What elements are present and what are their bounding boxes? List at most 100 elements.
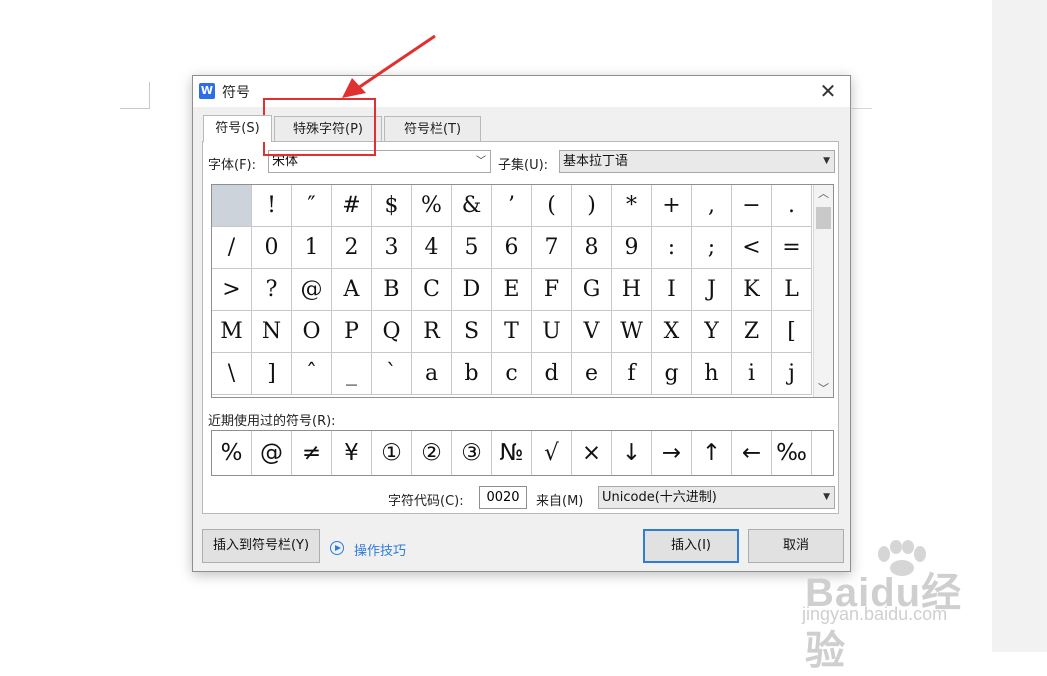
symbol-cell[interactable]: 5 — [452, 227, 492, 269]
recent-symbol-cell[interactable]: № — [492, 431, 532, 475]
char-code-input[interactable]: 0020 — [479, 486, 527, 509]
symbol-cell[interactable]: ( — [532, 185, 572, 227]
symbol-cell[interactable]: X — [652, 311, 692, 353]
symbol-cell[interactable]: M — [212, 311, 252, 353]
symbol-cell[interactable]: / — [212, 227, 252, 269]
insert-button[interactable]: 插入(I) — [643, 529, 739, 563]
symbol-cell[interactable]: h — [692, 353, 732, 395]
symbol-cell[interactable]: ; — [692, 227, 732, 269]
recent-symbol-cell[interactable]: × — [572, 431, 612, 475]
symbol-cell[interactable]: ` — [372, 353, 412, 395]
symbol-cell[interactable]: g — [652, 353, 692, 395]
symbol-cell[interactable]: Q — [372, 311, 412, 353]
symbol-cell[interactable]: ˆ — [292, 353, 332, 395]
from-select[interactable]: Unicode(十六进制) ▼ — [598, 486, 835, 509]
recent-symbol-cell[interactable]: ② — [412, 431, 452, 475]
symbol-cell[interactable]: 0 — [252, 227, 292, 269]
symbol-cell[interactable]: N — [252, 311, 292, 353]
symbol-cell[interactable]: ? — [252, 269, 292, 311]
symbol-cell[interactable]: U — [532, 311, 572, 353]
symbol-cell[interactable]: 2 — [332, 227, 372, 269]
symbol-cell[interactable]: \ — [212, 353, 252, 395]
symbol-cell[interactable]: L — [772, 269, 812, 311]
symbol-cell[interactable]: e — [572, 353, 612, 395]
recent-symbol-cell[interactable]: % — [212, 431, 252, 475]
symbol-cell[interactable]: ″ — [292, 185, 332, 227]
symbol-cell[interactable]: S — [452, 311, 492, 353]
symbol-cell[interactable]: ] — [252, 353, 292, 395]
symbol-cell[interactable]: f — [612, 353, 652, 395]
symbol-cell[interactable]: P — [332, 311, 372, 353]
symbol-cell[interactable]: 7 — [532, 227, 572, 269]
symbol-cell[interactable]: 3 — [372, 227, 412, 269]
symbol-cell[interactable]: < — [732, 227, 772, 269]
symbol-cell[interactable]: D — [452, 269, 492, 311]
recent-symbol-cell[interactable]: ¥ — [332, 431, 372, 475]
scrollbar-thumb[interactable] — [816, 207, 831, 229]
recent-symbol-cell[interactable]: ↓ — [612, 431, 652, 475]
symbol-cell[interactable]: % — [412, 185, 452, 227]
symbol-cell[interactable]: G — [572, 269, 612, 311]
tab-symbol-bar[interactable]: 符号栏(T) — [384, 116, 481, 141]
symbol-cell[interactable]: b — [452, 353, 492, 395]
symbol-cell[interactable]: V — [572, 311, 612, 353]
symbol-cell[interactable]: T — [492, 311, 532, 353]
symbol-cell[interactable]: 8 — [572, 227, 612, 269]
recent-symbol-cell[interactable]: @ — [252, 431, 292, 475]
symbol-cell[interactable]: H — [612, 269, 652, 311]
recent-symbol-cell[interactable]: √ — [532, 431, 572, 475]
symbol-grid-scrollbar[interactable]: ︿ ﹀ — [813, 185, 833, 397]
close-icon[interactable]: ✕ — [816, 79, 840, 103]
symbol-cell[interactable]: B — [372, 269, 412, 311]
symbol-cell[interactable]: i — [732, 353, 772, 395]
symbol-cell[interactable]: K — [732, 269, 772, 311]
symbol-cell[interactable] — [212, 185, 252, 227]
recent-symbol-cell[interactable]: ≠ — [292, 431, 332, 475]
symbol-cell[interactable]: Z — [732, 311, 772, 353]
symbol-cell[interactable]: = — [772, 227, 812, 269]
symbol-cell[interactable]: j — [772, 353, 812, 395]
symbol-cell[interactable]: * — [612, 185, 652, 227]
symbol-cell[interactable]: C — [412, 269, 452, 311]
symbol-cell[interactable]: W — [612, 311, 652, 353]
symbol-cell[interactable]: J — [692, 269, 732, 311]
symbol-cell[interactable]: # — [332, 185, 372, 227]
recent-symbol-cell[interactable]: ← — [732, 431, 772, 475]
symbol-cell[interactable]: A — [332, 269, 372, 311]
symbol-cell[interactable]: ! — [252, 185, 292, 227]
symbol-cell[interactable]: E — [492, 269, 532, 311]
symbol-cell[interactable]: c — [492, 353, 532, 395]
symbol-cell[interactable]: 9 — [612, 227, 652, 269]
symbol-cell[interactable]: a — [412, 353, 452, 395]
symbol-cell[interactable]: . — [772, 185, 812, 227]
symbol-cell[interactable]: : — [652, 227, 692, 269]
symbol-cell[interactable]: $ — [372, 185, 412, 227]
recent-symbol-cell[interactable]: ① — [372, 431, 412, 475]
symbol-cell[interactable]: F — [532, 269, 572, 311]
symbol-cell[interactable]: & — [452, 185, 492, 227]
symbol-cell[interactable]: R — [412, 311, 452, 353]
symbol-cell[interactable]: , — [692, 185, 732, 227]
symbol-cell[interactable]: _ — [332, 353, 372, 395]
symbol-cell[interactable]: > — [212, 269, 252, 311]
symbol-cell[interactable]: 6 — [492, 227, 532, 269]
recent-symbol-cell[interactable]: ‰ — [772, 431, 812, 475]
symbol-cell[interactable]: 1 — [292, 227, 332, 269]
symbol-cell[interactable]: [ — [772, 311, 812, 353]
symbol-cell[interactable]: − — [732, 185, 772, 227]
subset-select[interactable]: 基本拉丁语 ▼ — [559, 150, 835, 173]
recent-symbol-cell[interactable]: ↑ — [692, 431, 732, 475]
recent-symbol-cell[interactable]: ③ — [452, 431, 492, 475]
scroll-up-icon[interactable]: ︿ — [814, 185, 833, 202]
insert-to-symbol-bar-button[interactable]: 插入到符号栏(Y) — [202, 529, 320, 563]
recent-symbol-cell[interactable]: → — [652, 431, 692, 475]
symbol-cell[interactable]: Y — [692, 311, 732, 353]
symbol-cell[interactable]: d — [532, 353, 572, 395]
symbol-cell[interactable]: + — [652, 185, 692, 227]
symbol-cell[interactable]: 4 — [412, 227, 452, 269]
scroll-down-icon[interactable]: ﹀ — [814, 380, 833, 397]
symbol-cell[interactable]: ’ — [492, 185, 532, 227]
tab-symbols[interactable]: 符号(S) — [203, 115, 272, 142]
tips-link[interactable]: 操作技巧 — [354, 540, 406, 559]
symbol-cell[interactable]: ) — [572, 185, 612, 227]
